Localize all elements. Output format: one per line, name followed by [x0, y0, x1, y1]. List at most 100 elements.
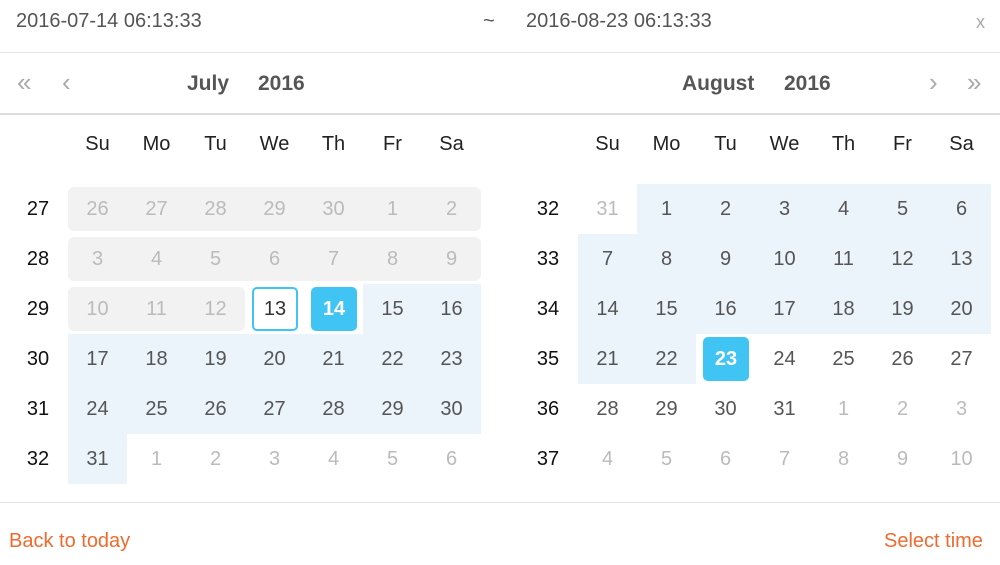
- day-cell[interactable]: 18: [814, 284, 873, 334]
- day-cell[interactable]: 1: [637, 184, 696, 234]
- day-cell[interactable]: 19: [186, 334, 245, 384]
- day-cell[interactable]: 31: [578, 184, 637, 234]
- day-cell[interactable]: 3: [932, 384, 991, 434]
- day-cell[interactable]: 19: [873, 284, 932, 334]
- day-label: 7: [327, 248, 340, 270]
- selected-day[interactable]: 14: [304, 284, 363, 334]
- day-cell[interactable]: 10: [932, 434, 991, 484]
- day-cell[interactable]: 2: [186, 434, 245, 484]
- day-cell[interactable]: 7: [755, 434, 814, 484]
- day-label: 17: [773, 298, 796, 320]
- day-cell[interactable]: 22: [363, 334, 422, 384]
- day-cell[interactable]: 15: [363, 284, 422, 334]
- selected-day[interactable]: 23: [696, 334, 755, 384]
- start-datetime[interactable]: 2016-07-14 06:13:33: [16, 10, 202, 33]
- day-label: 24: [773, 348, 796, 370]
- day-cell[interactable]: 31: [68, 434, 127, 484]
- day-cell[interactable]: 4: [814, 184, 873, 234]
- back-to-today-link[interactable]: Back to today: [9, 530, 130, 553]
- day-cell[interactable]: 14: [578, 284, 637, 334]
- day-label: 2: [719, 198, 732, 220]
- day-cell[interactable]: 5: [363, 434, 422, 484]
- day-cell[interactable]: 24: [755, 334, 814, 384]
- day-cell[interactable]: 5: [873, 184, 932, 234]
- day-cell[interactable]: 12: [873, 234, 932, 284]
- left-month-label[interactable]: July: [187, 72, 229, 96]
- day-cell[interactable]: 4: [578, 434, 637, 484]
- day-cell[interactable]: 23: [422, 334, 481, 384]
- day-cell[interactable]: 28: [304, 384, 363, 434]
- day-label: 19: [891, 298, 914, 320]
- day-cell[interactable]: 20: [245, 334, 304, 384]
- next-year-button[interactable]: »: [967, 67, 981, 98]
- day-label: 29: [381, 398, 404, 420]
- day-cell[interactable]: 21: [304, 334, 363, 384]
- day-label: 3: [955, 398, 968, 420]
- day-cell[interactable]: 15: [637, 284, 696, 334]
- day-cell[interactable]: 21: [578, 334, 637, 384]
- day-cell[interactable]: 28: [578, 384, 637, 434]
- right-year-label[interactable]: 2016: [784, 72, 831, 96]
- day-cell[interactable]: 6: [422, 434, 481, 484]
- left-year-label[interactable]: 2016: [258, 72, 305, 96]
- right-month-label[interactable]: August: [682, 72, 754, 96]
- day-cell[interactable]: 29: [363, 384, 422, 434]
- day-cell: 28: [186, 184, 245, 234]
- day-cell[interactable]: 13: [932, 234, 991, 284]
- day-cell[interactable]: 24: [68, 384, 127, 434]
- day-cell[interactable]: 30: [422, 384, 481, 434]
- day-cell[interactable]: 6: [696, 434, 755, 484]
- day-cell[interactable]: 25: [814, 334, 873, 384]
- day-cell[interactable]: 17: [68, 334, 127, 384]
- day-cell[interactable]: 26: [186, 384, 245, 434]
- day-cell[interactable]: 7: [578, 234, 637, 284]
- clear-button[interactable]: x: [976, 12, 985, 33]
- day-cell[interactable]: 27: [245, 384, 304, 434]
- day-label: 2: [209, 448, 222, 470]
- day-cell[interactable]: 1: [814, 384, 873, 434]
- day-cell[interactable]: 27: [932, 334, 991, 384]
- prev-year-button[interactable]: «: [17, 67, 31, 98]
- day-cell[interactable]: 2: [696, 184, 755, 234]
- day-label: 28: [204, 198, 227, 220]
- day-cell: 10: [68, 284, 127, 334]
- day-cell[interactable]: 9: [873, 434, 932, 484]
- weekday-header: We: [769, 133, 800, 155]
- day-cell[interactable]: 16: [422, 284, 481, 334]
- day-cell[interactable]: 25: [127, 384, 186, 434]
- day-cell[interactable]: 8: [637, 234, 696, 284]
- day-cell[interactable]: 29: [637, 384, 696, 434]
- weekday-header: Th: [321, 133, 346, 155]
- day-cell[interactable]: 10: [755, 234, 814, 284]
- today-day[interactable]: 13: [245, 284, 304, 334]
- day-cell[interactable]: 3: [245, 434, 304, 484]
- day-cell[interactable]: 11: [814, 234, 873, 284]
- day-cell[interactable]: 6: [932, 184, 991, 234]
- day-cell[interactable]: 31: [755, 384, 814, 434]
- day-cell[interactable]: 3: [755, 184, 814, 234]
- day-cell[interactable]: 17: [755, 284, 814, 334]
- day-label: 26: [891, 348, 914, 370]
- day-cell[interactable]: 5: [637, 434, 696, 484]
- day-cell[interactable]: 26: [873, 334, 932, 384]
- next-month-button[interactable]: ›: [929, 67, 938, 98]
- end-datetime[interactable]: 2016-08-23 06:13:33: [526, 10, 712, 33]
- day-cell[interactable]: 30: [696, 384, 755, 434]
- select-time-link[interactable]: Select time: [884, 530, 983, 553]
- day-cell[interactable]: 16: [696, 284, 755, 334]
- day-cell[interactable]: 2: [873, 384, 932, 434]
- day-cell[interactable]: 1: [127, 434, 186, 484]
- day-label: 3: [778, 198, 791, 220]
- day-label: 8: [837, 448, 850, 470]
- prev-month-button[interactable]: ‹: [62, 67, 71, 98]
- day-cell[interactable]: 18: [127, 334, 186, 384]
- day-cell[interactable]: 20: [932, 284, 991, 334]
- day-cell[interactable]: 8: [814, 434, 873, 484]
- day-cell[interactable]: 22: [637, 334, 696, 384]
- day-cell[interactable]: 9: [696, 234, 755, 284]
- day-label: 5: [386, 448, 399, 470]
- day-label: 1: [150, 448, 163, 470]
- day-label: 15: [381, 298, 404, 320]
- day-label: 24: [86, 398, 109, 420]
- day-cell[interactable]: 4: [304, 434, 363, 484]
